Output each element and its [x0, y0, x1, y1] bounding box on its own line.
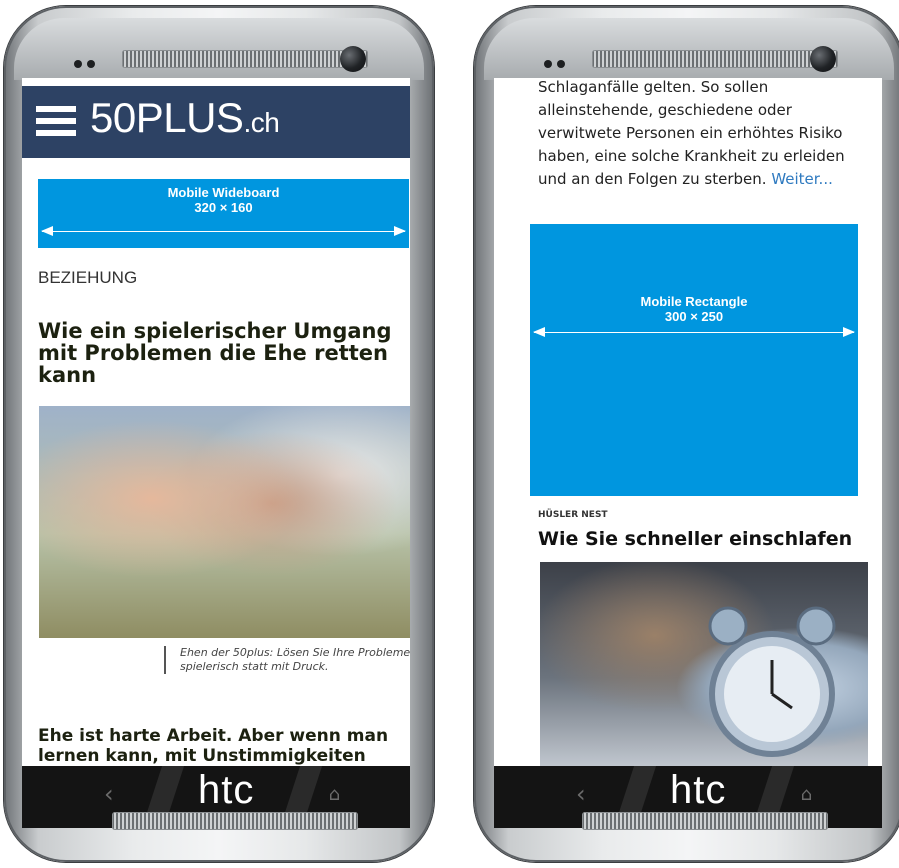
left-phone: 50PLUS.ch Mobile Wideboard 320 × 160 BEZ…	[4, 6, 434, 862]
article-category: HÜSLER NEST	[538, 510, 608, 520]
home-icon[interactable]: ⌂	[329, 784, 340, 805]
ad-label: Mobile Rectangle	[640, 294, 748, 309]
article-intro: Ehe ist harte Arbeit. Aber wenn man lern…	[38, 726, 389, 766]
camera-icon	[340, 46, 366, 72]
speaker-grille	[592, 50, 838, 68]
camera-icon	[810, 46, 836, 72]
speaker-grille	[122, 50, 368, 68]
left-screen: 50PLUS.ch Mobile Wideboard 320 × 160 BEZ…	[22, 78, 410, 766]
right-screen: Schlaganfälle gelten. So sollen alleinst…	[494, 78, 882, 766]
ad-rectangle[interactable]: Mobile Rectangle 300 × 250	[530, 224, 858, 496]
ad-size: 300 × 250	[664, 309, 724, 324]
brand-logo: htc	[670, 768, 727, 812]
phone-top	[484, 18, 894, 80]
site-header: 50PLUS.ch	[22, 86, 410, 158]
right-phone: Schlaganfälle gelten. So sollen alleinst…	[474, 6, 899, 862]
image-caption: Ehen der 50plus: Lösen Sie Ihre Probleme…	[164, 646, 410, 674]
article-paragraph: Schlaganfälle gelten. So sollen alleinst…	[538, 78, 845, 188]
width-arrow	[41, 226, 406, 236]
sensor-dots	[74, 53, 100, 72]
home-icon[interactable]: ⌂	[801, 784, 812, 805]
sensor-dots	[544, 53, 570, 72]
ad-wideboard[interactable]: Mobile Wideboard 320 × 160	[38, 179, 409, 248]
article-headline[interactable]: Wie Sie schneller einschlafen	[538, 528, 852, 550]
menu-icon[interactable]	[36, 106, 76, 138]
width-arrow	[533, 327, 855, 337]
phone-top	[14, 18, 424, 80]
article-image[interactable]	[540, 562, 868, 766]
bottom-speaker	[582, 812, 828, 830]
ad-size: 320 × 160	[194, 200, 253, 215]
article-image[interactable]	[39, 406, 410, 638]
ad-label: Mobile Wideboard	[167, 185, 280, 200]
back-icon[interactable]: ‹	[576, 780, 586, 808]
alarm-clock-icon	[708, 606, 836, 757]
article-category: BEZIEHUNG	[38, 268, 138, 287]
bottom-speaker	[112, 812, 358, 830]
site-logo[interactable]: 50PLUS.ch	[90, 94, 280, 142]
article-headline[interactable]: Wie ein spielerischer Umgang mit Problem…	[38, 320, 398, 386]
back-icon[interactable]: ‹	[104, 780, 114, 808]
read-more-link[interactable]: Weiter...	[771, 170, 833, 188]
brand-logo: htc	[198, 768, 255, 812]
